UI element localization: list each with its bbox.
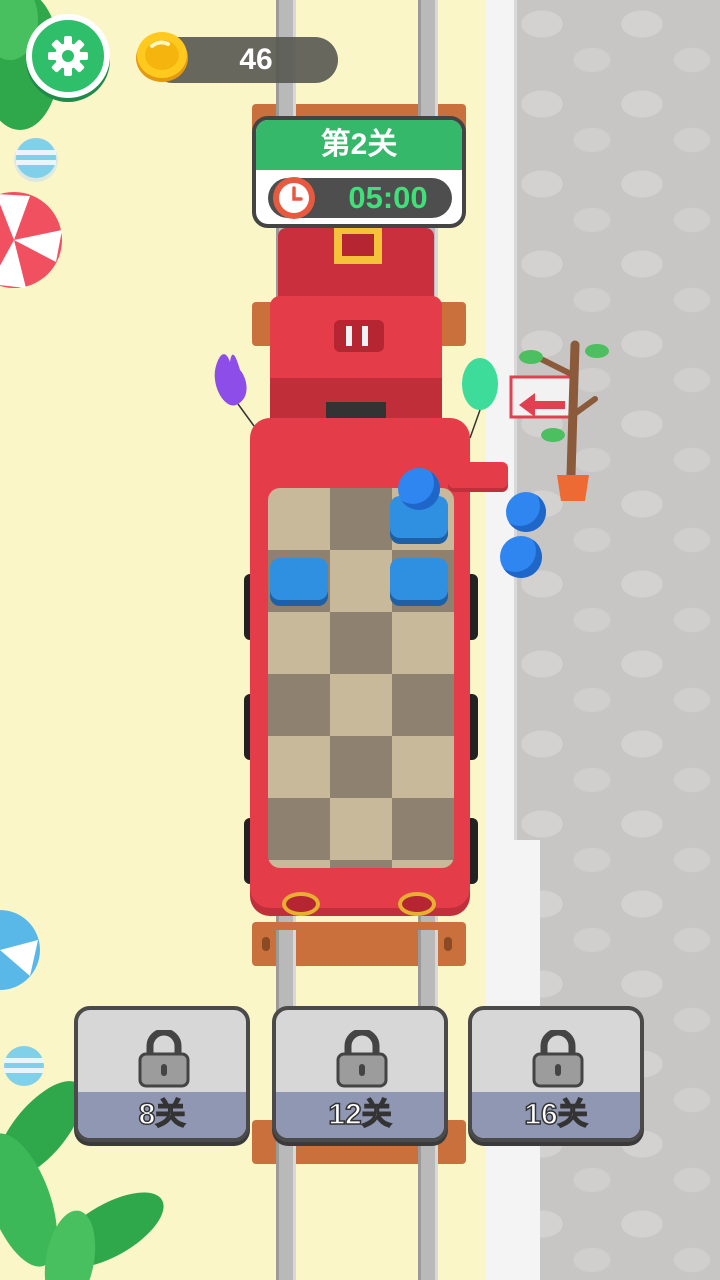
- locked-level-8-button[interactable]: 8关: [74, 1006, 250, 1142]
- seat[interactable]: [270, 558, 328, 600]
- rail-right-top: [418, 0, 438, 120]
- car-coupler: [282, 892, 320, 916]
- lock-icon: [138, 1030, 190, 1088]
- timer-value: 05:00: [348, 180, 428, 215]
- coin-count: 46: [239, 43, 273, 76]
- lock-icon: [532, 1030, 584, 1088]
- locked-level-label: 12关: [328, 1097, 393, 1132]
- beach-umbrella-icon: [0, 192, 62, 288]
- locked-level-label: 8关: [138, 1097, 186, 1132]
- checkered-floor: [268, 488, 454, 868]
- signpost-tree: [509, 340, 609, 501]
- striped-ball-icon: [4, 1046, 44, 1086]
- waiting-passenger[interactable]: [500, 536, 542, 578]
- locked-level-16-button[interactable]: 16关: [468, 1006, 644, 1142]
- tie-bolt: [444, 937, 452, 951]
- level-card: 第2关 05:00: [252, 116, 466, 228]
- timer: 05:00: [268, 177, 452, 219]
- locked-level-label: 16关: [524, 1097, 589, 1132]
- waiting-passenger[interactable]: [506, 492, 546, 532]
- car-coupler: [398, 892, 436, 916]
- gear-icon: [48, 36, 88, 76]
- seat[interactable]: [390, 558, 448, 600]
- settings-button[interactable]: [26, 14, 110, 98]
- gold-coin-icon: [136, 32, 188, 82]
- clock-icon: [273, 177, 315, 219]
- game-scene: 46 第2关 05:00 8关 12关 16关: [0, 0, 720, 1280]
- level-title: 第2关: [256, 120, 462, 170]
- locked-level-12-button[interactable]: 12关: [272, 1006, 448, 1142]
- beach-umbrella-icon: [0, 910, 40, 990]
- striped-ball-icon: [16, 138, 56, 178]
- tie-bolt: [262, 937, 270, 951]
- seated-passenger[interactable]: [398, 468, 440, 510]
- car-door-ramp: [448, 462, 508, 488]
- locomotive[interactable]: [270, 228, 442, 418]
- lock-icon: [336, 1030, 388, 1088]
